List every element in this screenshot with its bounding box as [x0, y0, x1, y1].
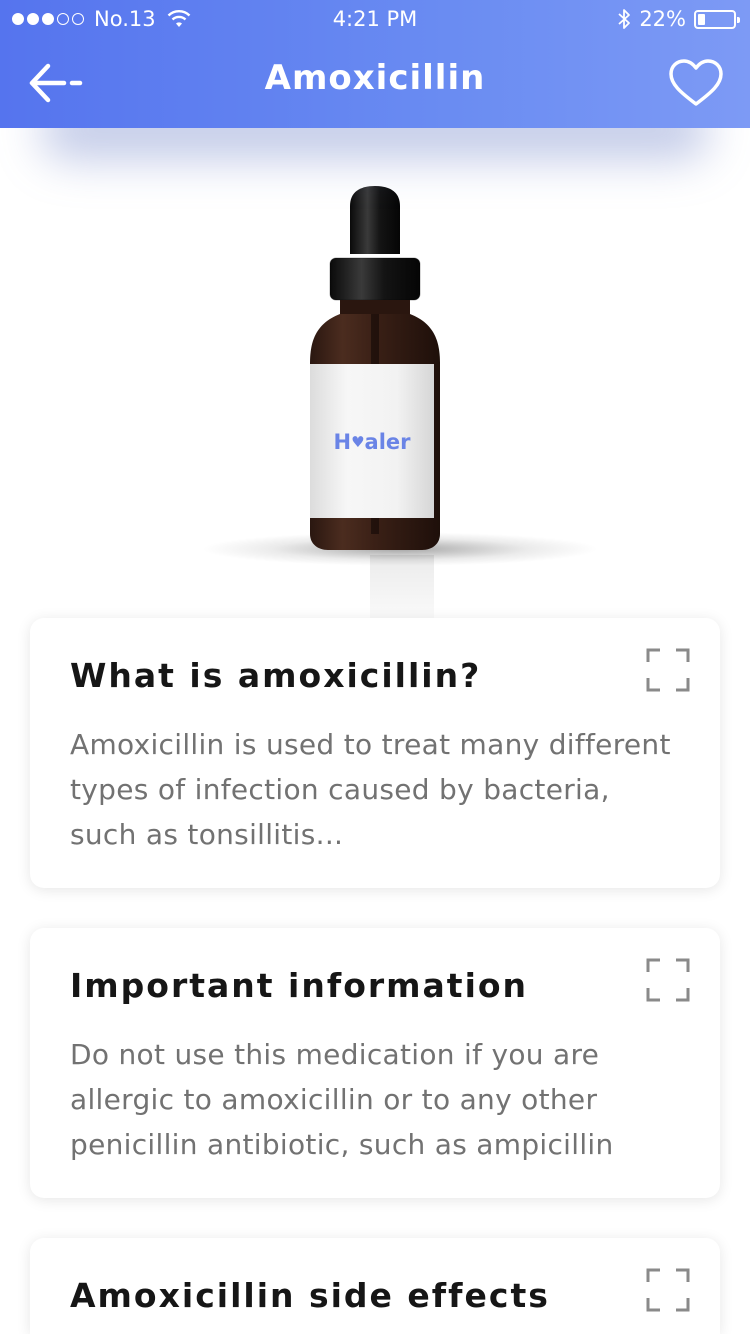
app-header: No.13 4:21 PM 22% Amoxicillin — [0, 0, 750, 128]
battery-level — [698, 13, 705, 25]
expand-icon[interactable] — [646, 958, 690, 1002]
status-right: 22% — [617, 7, 740, 31]
dropper-bottle-image — [310, 186, 440, 550]
card-title: Important information — [70, 966, 529, 1005]
info-card-important[interactable]: Important information Do not use this me… — [30, 928, 720, 1198]
heart-logo-icon: ♥ — [351, 433, 365, 451]
battery-icon — [694, 9, 740, 29]
brand-prefix: H — [333, 430, 352, 454]
page-title: Amoxicillin — [264, 58, 486, 98]
expand-icon[interactable] — [646, 1268, 690, 1312]
battery-percent: 22% — [639, 7, 686, 31]
bluetooth-icon — [618, 9, 631, 29]
brand-suffix: aler — [364, 430, 411, 454]
card-text: Amoxicillin is used to treat many differ… — [70, 728, 671, 851]
brand-logo: H♥aler — [311, 430, 433, 454]
expand-icon[interactable] — [646, 648, 690, 692]
status-bar: No.13 4:21 PM 22% — [0, 0, 750, 40]
info-card-side-effects[interactable]: Amoxicillin side effects — [30, 1238, 720, 1334]
card-title: Amoxicillin side effects — [70, 1276, 550, 1315]
card-text: Do not use this medication if you are al… — [70, 1038, 614, 1161]
card-title: What is amoxicillin? — [70, 656, 482, 695]
product-image: H♥aler — [0, 150, 750, 640]
screen: No.13 4:21 PM 22% Amoxicillin H♥aler Wha… — [0, 0, 750, 1334]
heart-outline-icon[interactable] — [668, 58, 724, 110]
info-card-what-is[interactable]: What is amoxicillin? Amoxicillin is used… — [30, 618, 720, 888]
